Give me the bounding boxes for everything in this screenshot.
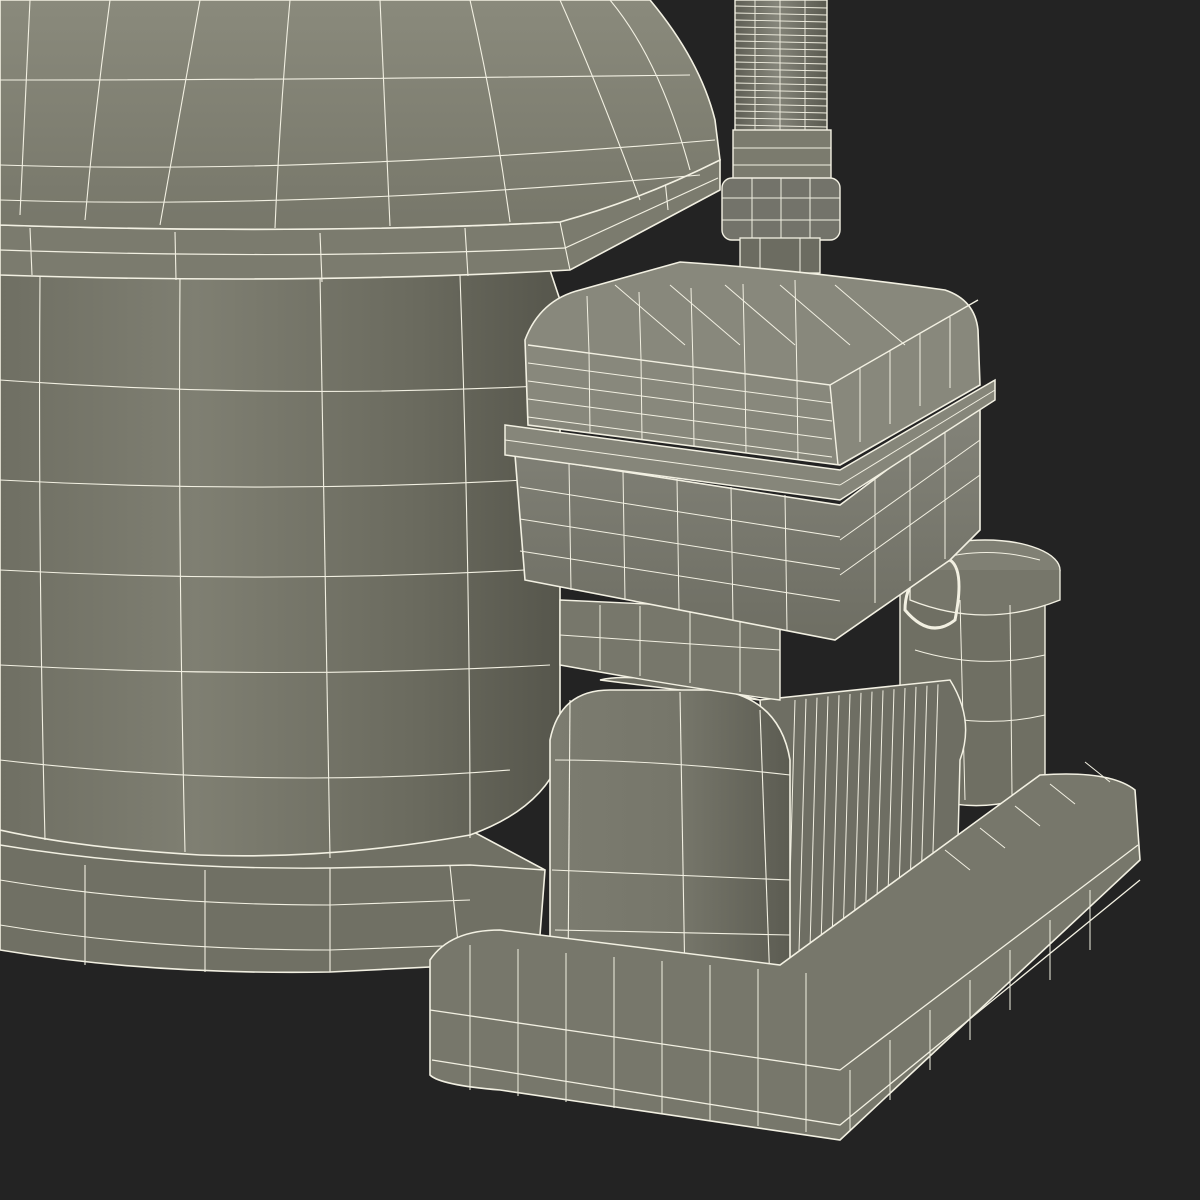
render-canvas bbox=[0, 0, 1141, 1141]
pipe-fitting bbox=[721, 129, 841, 274]
wireframe-render bbox=[0, 0, 1200, 1200]
tank-dome-lid bbox=[0, 0, 721, 231]
hose-pipe bbox=[734, 0, 828, 142]
